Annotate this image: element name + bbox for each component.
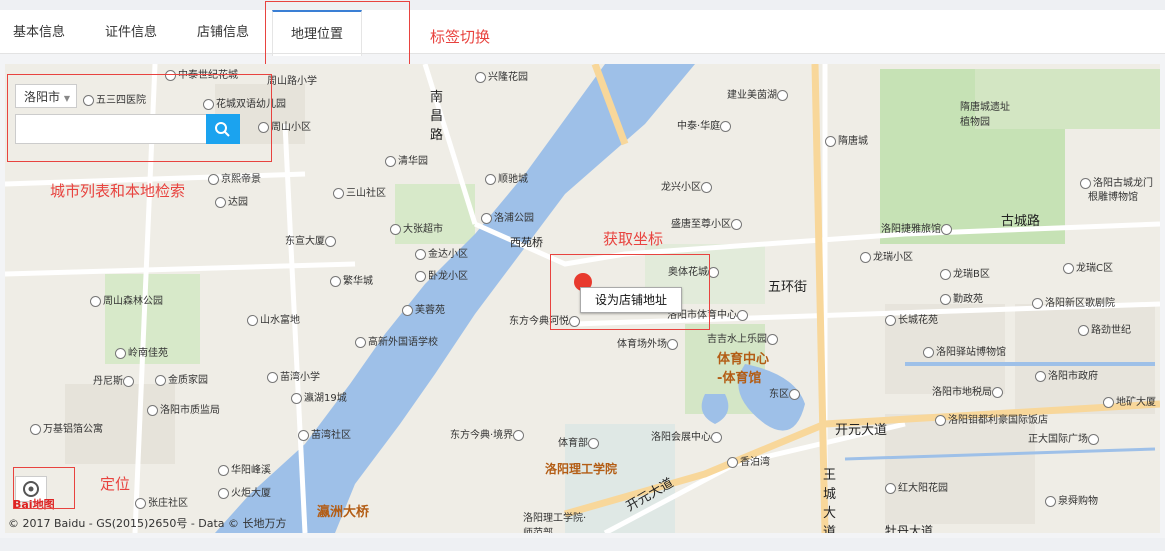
annotation-get-coords: 获取坐标: [603, 230, 664, 248]
poi-label: 洛阳驿站博物馆: [923, 343, 1006, 358]
poi-label: 东方今典·境界: [450, 426, 526, 441]
poi-label: 龙兴小区: [661, 178, 714, 193]
poi-label: 清华园: [385, 152, 428, 167]
poi-label: 地矿大厦: [1103, 393, 1156, 408]
tab-store-info[interactable]: 店铺信息: [180, 10, 266, 54]
poi-label: 洛阳钼都利豪国际饭店: [935, 411, 1048, 426]
annotation-box-search: [7, 74, 272, 162]
poi-label: 大张超市: [390, 220, 443, 235]
poi-label-highlight: 体育中心 -体育馆: [717, 352, 770, 386]
road-label: 西苑桥: [510, 236, 543, 249]
poi-label: 万基铝箔公寓: [30, 420, 103, 435]
poi-label: 张庄社区: [135, 494, 188, 509]
poi-label: 勤政苑: [940, 290, 983, 305]
poi-label: 周山森林公园: [90, 292, 163, 307]
poi-label: 龙瑞C区: [1063, 259, 1113, 274]
road-label: 瀛洲大桥: [317, 505, 370, 520]
poi-label: 繁华城: [330, 272, 373, 287]
poi-label: 金达小区: [415, 245, 468, 260]
poi-label: 根雕博物馆: [1088, 192, 1138, 203]
poi-label: 兴隆花园: [475, 68, 528, 83]
road-label: 古城路: [1001, 214, 1041, 229]
annotation-locate: 定位: [100, 475, 131, 493]
poi-label: 卧龙小区: [415, 267, 468, 282]
poi-label: 火炬大厦: [218, 484, 271, 499]
poi-label-highlight: 洛阳理工学院: [545, 462, 618, 476]
road-label: 五环街: [768, 280, 808, 295]
map-copyright: © 2017 Baidu - GS(2015)2650号 - Data © 长地…: [8, 517, 287, 530]
poi-label: 三山社区: [333, 184, 386, 199]
poi-label: 隋唐城遗址植物园: [960, 102, 1010, 128]
road-label: 开元大道: [835, 423, 888, 438]
poi-label: 洛阳捷雅旅馆: [881, 220, 954, 235]
poi-label: 洛阳理工学院·师范部: [523, 513, 587, 533]
poi-label: 长城花苑: [885, 311, 938, 326]
annotation-box-tabs: [265, 1, 410, 65]
poi-label: 香泊湾: [727, 453, 770, 468]
poi-label: 苗湾小学: [267, 368, 320, 383]
poi-label: 金质家园: [155, 371, 208, 386]
poi-label: 东宣大厦: [285, 232, 338, 247]
tab-certificate-info[interactable]: 证件信息: [88, 10, 174, 54]
poi-label: 岭南佳苑: [115, 344, 168, 359]
poi-label: 泉舜购物: [1045, 492, 1098, 507]
poi-label: 京熙帝景: [208, 170, 261, 185]
poi-label: 洛阳市政府: [1035, 367, 1098, 382]
poi-label: 体育部: [558, 434, 601, 449]
poi-label: 建业美茵湖: [727, 86, 790, 101]
poi-label: 山水富地: [247, 311, 300, 326]
poi-label: 龙瑞B区: [940, 265, 990, 280]
road-label: 牡丹大道: [885, 524, 934, 533]
poi-label: 洛阳古城龙门: [1080, 174, 1153, 189]
poi-label: 盛唐至尊小区: [671, 215, 744, 230]
top-strip: [0, 0, 1165, 10]
tab-divider: [0, 53, 1165, 54]
poi-label: 华阳峰溪: [218, 461, 271, 476]
poi-label: 洛阳会展中心: [651, 428, 724, 443]
annotation-box-coords: [550, 254, 710, 330]
poi-label: 瀛湖19城: [291, 389, 347, 404]
poi-label: 顺驰城: [485, 170, 528, 185]
poi-label: 达园: [215, 193, 248, 208]
poi-label: 体育场外场: [617, 335, 680, 350]
poi-label: 丹尼斯: [93, 372, 136, 387]
poi-label: 中泰·华庭: [677, 117, 733, 132]
poi-label: 龙瑞小区: [860, 248, 913, 263]
poi-label: 红大阳花园: [885, 479, 948, 494]
poi-label: 洛阳新区歌剧院: [1032, 294, 1115, 309]
poi-label: 苗湾社区: [298, 426, 351, 441]
poi-label: 芙蓉苑: [402, 301, 445, 316]
poi-label: 周山路小学: [267, 76, 317, 87]
poi-label: 东区: [769, 385, 802, 400]
poi-label: 高新外国语学校: [355, 333, 438, 348]
road-label: 南昌路: [430, 90, 444, 143]
poi-label: 路劲世纪: [1078, 321, 1131, 336]
annotation-box-locate: [13, 467, 75, 509]
road-label: 王城大道: [823, 468, 837, 533]
annotation-tab-switch: 标签切换: [430, 28, 491, 46]
bottom-strip: [0, 538, 1165, 551]
tab-basic-info[interactable]: 基本信息: [0, 10, 78, 54]
poi-label: 洛阳市地税局: [932, 383, 1005, 398]
poi-label: 吉吉水上乐园: [707, 330, 780, 345]
poi-label: 洛阳市质监局: [147, 401, 220, 416]
poi-label: 正大国际广场: [1028, 430, 1101, 445]
poi-label: 隋唐城: [825, 132, 868, 147]
annotation-city-search: 城市列表和本地检索: [50, 182, 186, 200]
poi-label: 洛浦公园: [481, 209, 534, 224]
tab-bar: 基本信息 证件信息 店铺信息 地理位置: [0, 10, 1165, 56]
